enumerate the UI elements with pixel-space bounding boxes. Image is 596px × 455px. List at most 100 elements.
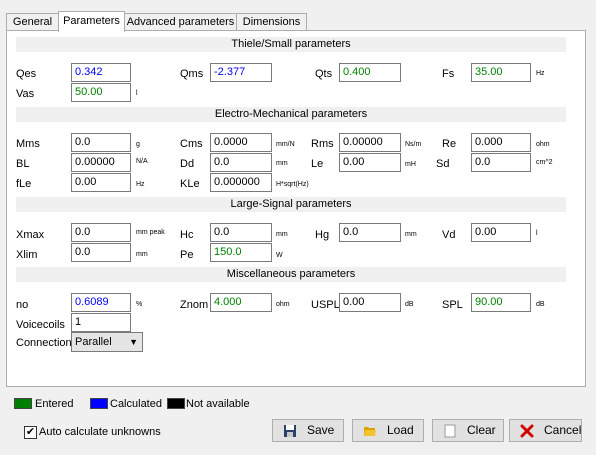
fle-unit: Hz — [136, 181, 145, 188]
cms-label: Cms — [180, 138, 203, 150]
pe-field[interactable]: 150.0 — [210, 243, 272, 262]
vd-field[interactable]: 0.00 — [471, 223, 531, 242]
re-label: Re — [442, 138, 457, 150]
kle-label: KLe — [180, 178, 200, 190]
connection-label: Connection — [16, 337, 72, 349]
tab-parameters[interactable]: Parameters — [58, 11, 125, 32]
cancel-button[interactable]: Cancel — [509, 419, 582, 442]
save-button-label: Save — [307, 423, 335, 437]
pe-label: Pe — [180, 249, 194, 261]
hc-label: Hc — [180, 229, 194, 241]
qts-field[interactable]: 0.400 — [339, 63, 401, 82]
xlim-unit: mm — [136, 251, 148, 258]
floppy-disk-icon — [284, 425, 296, 437]
le-label: Le — [311, 158, 324, 170]
bl-label: BL — [16, 158, 30, 170]
blank-page-icon — [444, 424, 456, 438]
xmax-field[interactable]: 0.0 — [71, 223, 131, 242]
hc-field[interactable]: 0.0 — [210, 223, 272, 242]
tab-general[interactable]: General — [6, 13, 59, 30]
dd-label: Dd — [180, 158, 195, 170]
load-button[interactable]: Load — [352, 419, 424, 442]
connection-select[interactable]: Parallel ▼ — [71, 332, 143, 352]
sd-unit: cm^2 — [536, 159, 553, 166]
mms-unit: g — [136, 141, 140, 148]
uspl-unit: dB — [405, 301, 414, 308]
load-button-label: Load — [387, 423, 414, 437]
section-header-large-signal: Large-Signal parameters — [16, 197, 566, 212]
section-header-thiele-small: Thiele/Small parameters — [16, 37, 566, 52]
mms-field[interactable]: 0.0 — [71, 133, 131, 152]
uspl-field[interactable]: 0.00 — [339, 293, 401, 312]
dd-field[interactable]: 0.0 — [210, 153, 272, 172]
close-icon — [520, 424, 534, 438]
hg-label: Hg — [315, 229, 330, 241]
fs-field[interactable]: 35.00 — [471, 63, 531, 82]
xlim-field[interactable]: 0.0 — [71, 243, 131, 262]
qes-field[interactable]: 0.342 — [71, 63, 131, 82]
hg-field[interactable]: 0.0 — [339, 223, 401, 242]
chevron-down-icon: ▼ — [129, 337, 138, 347]
sd-label: Sd — [436, 158, 450, 170]
fs-unit: Hz — [536, 70, 545, 77]
voicecoils-label: Voicecoils — [16, 319, 65, 331]
legend-entered-label: Entered — [35, 398, 74, 410]
le-unit: mH — [405, 161, 416, 168]
vd-unit: l — [536, 230, 538, 237]
dd-unit: mm — [276, 160, 288, 167]
vd-label: Vd — [442, 229, 456, 241]
xmax-label: Xmax — [16, 229, 45, 241]
qms-field[interactable]: -2.377 — [210, 63, 272, 82]
rms-unit: Ns/m — [405, 141, 422, 148]
le-field[interactable]: 0.00 — [339, 153, 401, 172]
qts-label: Qts — [315, 68, 333, 80]
hc-unit: mm — [276, 231, 288, 238]
qes-label: Qes — [16, 68, 37, 80]
cms-unit: mm/N — [276, 141, 295, 148]
znom-unit: ohm — [276, 301, 290, 308]
connection-select-value: Parallel — [75, 336, 112, 348]
kle-unit: H*sqrt(Hz) — [276, 181, 309, 188]
spl-unit: dB — [536, 301, 545, 308]
uspl-label: USPL — [311, 299, 340, 311]
znom-label: Znom — [180, 299, 209, 311]
znom-field[interactable]: 4.000 — [210, 293, 272, 312]
clear-button-label: Clear — [467, 423, 496, 437]
sd-field[interactable]: 0.0 — [471, 153, 531, 172]
re-field[interactable]: 0.000 — [471, 133, 531, 152]
fle-field[interactable]: 0.00 — [71, 173, 131, 192]
spl-field[interactable]: 90.00 — [471, 293, 531, 312]
cancel-button-label: Cancel — [544, 423, 582, 437]
vas-label: Vas — [16, 88, 35, 100]
vas-field[interactable]: 50.00 — [71, 83, 131, 102]
pe-unit: W — [276, 252, 283, 259]
spl-label: SPL — [442, 299, 463, 311]
rms-label: Rms — [311, 138, 334, 150]
auto-calculate-checkbox[interactable]: ✔ — [24, 426, 37, 439]
cms-field[interactable]: 0.0000 — [210, 133, 272, 152]
fle-label: fLe — [16, 178, 32, 190]
bl-field[interactable]: 0.00000 — [71, 153, 131, 172]
fs-label: Fs — [442, 68, 455, 80]
rms-field[interactable]: 0.00000 — [339, 133, 401, 152]
voicecoils-field[interactable]: 1 — [71, 313, 131, 332]
xmax-unit: mm peak — [136, 229, 165, 236]
xlim-label: Xlim — [16, 249, 38, 261]
section-header-electro-mechanical: Electro-Mechanical parameters — [16, 107, 566, 122]
section-header-miscellaneous: Miscellaneous parameters — [16, 267, 566, 282]
bl-unit: N/A — [136, 158, 148, 165]
clear-button[interactable]: Clear — [432, 419, 504, 442]
kle-field[interactable]: 0.000000 — [210, 173, 272, 192]
calculated-color-swatch — [90, 398, 108, 409]
no-field[interactable]: 0.6089 — [71, 293, 131, 312]
save-button[interactable]: Save — [272, 419, 344, 442]
entered-color-swatch — [14, 398, 32, 409]
not-available-color-swatch — [167, 398, 185, 409]
legend-calculated-label: Calculated — [110, 398, 162, 410]
legend-not-available-label: Not available — [186, 398, 250, 410]
tab-dimensions[interactable]: Dimensions — [236, 13, 307, 30]
re-unit: ohm — [536, 141, 550, 148]
vas-unit: l — [136, 90, 138, 97]
no-unit: % — [136, 301, 143, 308]
tab-advanced-parameters[interactable]: Advanced parameters — [124, 13, 237, 30]
